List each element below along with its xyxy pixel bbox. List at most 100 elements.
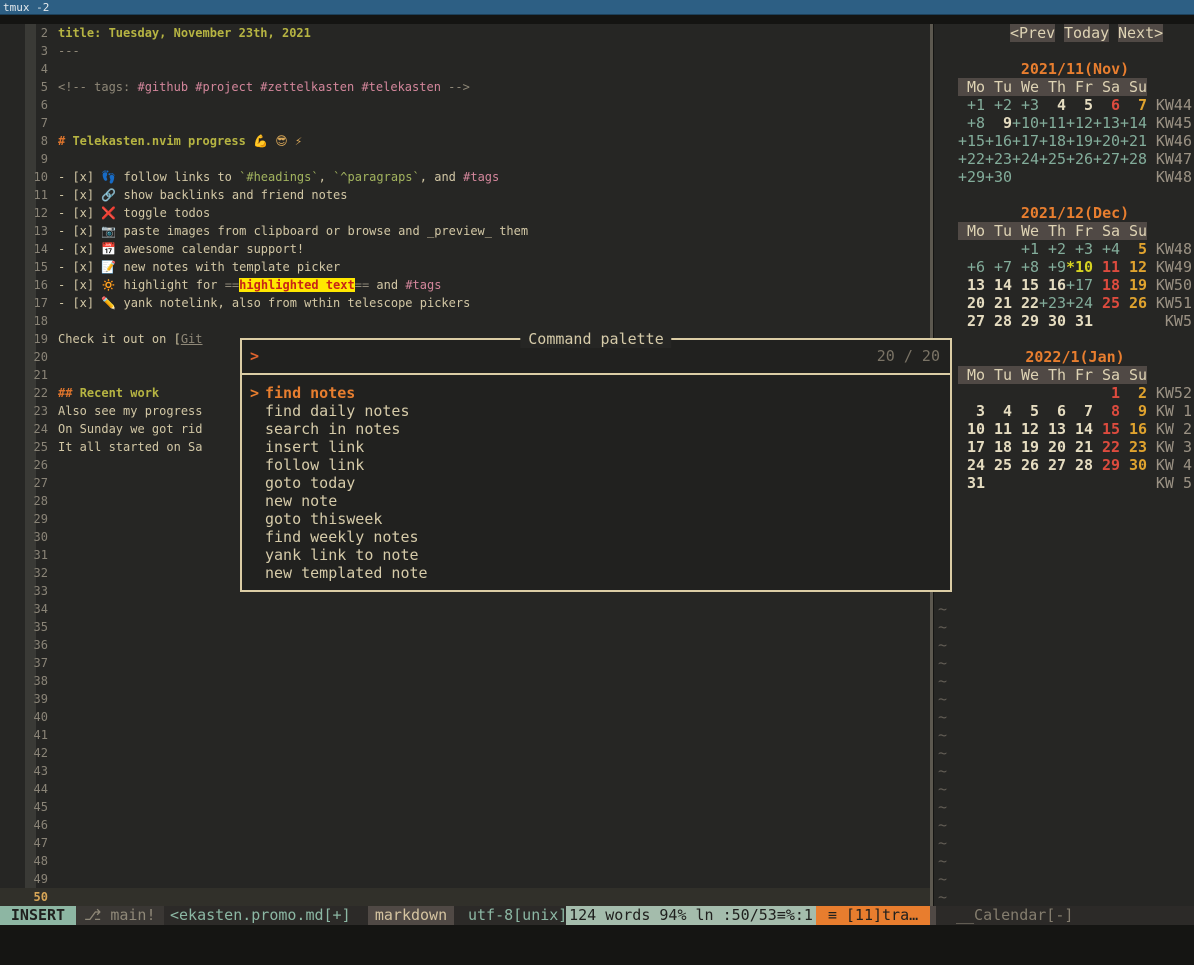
calendar-day[interactable]: +7 [985,258,1012,276]
calendar-day[interactable]: 30 [1039,312,1066,330]
calendar-day[interactable]: 2 [1120,384,1147,402]
calendar-day[interactable]: +13 [1093,114,1120,132]
calendar-day[interactable]: 25 [985,456,1012,474]
calendar-day[interactable]: +17 [1012,132,1039,150]
calendar-day[interactable]: 20 [1039,438,1066,456]
calendar-day[interactable]: +11 [1039,114,1066,132]
calendar-day[interactable]: +10 [1012,114,1039,132]
calendar-day[interactable]: 21 [1066,438,1093,456]
calendar-day[interactable]: +28 [1120,150,1147,168]
calendar-day[interactable]: 6 [1039,402,1066,420]
palette-item[interactable]: yank link to note [242,546,950,564]
calendar-day[interactable]: 5 [1066,96,1093,114]
calendar-day[interactable]: 27 [1039,456,1066,474]
calendar-day[interactable]: +2 [1039,240,1066,258]
calendar-day[interactable]: 4 [1039,96,1066,114]
calendar-day[interactable]: 14 [985,276,1012,294]
palette-prompt[interactable]: > 20 / 20 [242,340,950,373]
calendar-day[interactable]: 11 [1093,258,1120,276]
calendar-day[interactable]: +12 [1066,114,1093,132]
calendar-day[interactable]: 15 [1012,276,1039,294]
calendar-sidebar[interactable]: <Prev Today Next> 2021/11(Nov)MoTuWeThFr… [934,24,1194,906]
calendar-day[interactable]: 14 [1066,420,1093,438]
calendar-day[interactable]: +1 [1012,240,1039,258]
calendar-day[interactable]: +15 [958,132,985,150]
calendar-day[interactable]: 23 [1120,438,1147,456]
calendar-day[interactable]: 28 [1066,456,1093,474]
calendar-day[interactable]: +21 [1120,132,1147,150]
calendar-day[interactable]: +16 [985,132,1012,150]
calendar-day[interactable]: 12 [1120,258,1147,276]
calendar-day[interactable]: 7 [1120,96,1147,114]
calendar-day[interactable]: 21 [985,294,1012,312]
calendar-day[interactable]: 9 [985,114,1012,132]
palette-item[interactable]: >find notes [242,384,950,402]
calendar-day[interactable]: 8 [1093,402,1120,420]
calendar-day[interactable]: 15 [1093,420,1120,438]
calendar-day[interactable]: 31 [1066,312,1093,330]
calendar-day[interactable]: 7 [1066,402,1093,420]
palette-item[interactable]: new templated note [242,564,950,582]
calendar-day[interactable]: +9 [1039,258,1066,276]
calendar-day[interactable]: +19 [1066,132,1093,150]
calendar-day[interactable]: *10 [1066,258,1093,276]
calendar-day[interactable]: +23 [985,150,1012,168]
calendar-day[interactable]: 17 [958,438,985,456]
calendar-day[interactable]: 5 [1120,240,1147,258]
calendar-day[interactable]: 5 [1012,402,1039,420]
calendar-day[interactable]: 6 [1093,96,1120,114]
calendar-day[interactable]: +8 [1012,258,1039,276]
calendar-day[interactable]: 1 [1093,384,1120,402]
calendar-day[interactable]: +6 [958,258,985,276]
calendar-prev-button[interactable]: <Prev [1010,24,1055,42]
calendar-day[interactable]: +27 [1093,150,1120,168]
palette-item[interactable]: search in notes [242,420,950,438]
calendar-day[interactable]: +29 [958,168,985,186]
calendar-day[interactable]: +26 [1066,150,1093,168]
calendar-next-button[interactable]: Next> [1118,24,1163,42]
calendar-day[interactable]: +18 [1039,132,1066,150]
calendar-day[interactable]: 3 [958,402,985,420]
calendar-day[interactable]: +14 [1120,114,1147,132]
calendar-day[interactable]: 28 [985,312,1012,330]
calendar-day[interactable]: 11 [985,420,1012,438]
calendar-day[interactable]: 26 [1120,294,1147,312]
calendar-day[interactable]: 25 [1093,294,1120,312]
calendar-day[interactable]: 13 [1039,420,1066,438]
calendar-day[interactable]: 9 [1120,402,1147,420]
calendar-day[interactable]: +3 [1066,240,1093,258]
tabs-segment[interactable]: ≡ [11]tra… [816,906,930,925]
palette-item[interactable]: goto today [242,474,950,492]
calendar-day[interactable]: 22 [1012,294,1039,312]
calendar-day[interactable]: 22 [1093,438,1120,456]
calendar-day[interactable]: 31 [958,474,985,492]
palette-item[interactable]: find daily notes [242,402,950,420]
calendar-day[interactable]: 24 [958,456,985,474]
calendar-day[interactable]: 29 [1012,312,1039,330]
calendar-day[interactable]: 29 [1093,456,1120,474]
calendar-day[interactable]: +3 [1012,96,1039,114]
calendar-day[interactable]: +2 [985,96,1012,114]
calendar-day[interactable]: +4 [1093,240,1120,258]
calendar-day[interactable]: +24 [1066,294,1093,312]
calendar-day[interactable]: 16 [1120,420,1147,438]
calendar-day[interactable]: 18 [985,438,1012,456]
calendar-day[interactable]: +17 [1066,276,1093,294]
calendar-day[interactable]: 4 [985,402,1012,420]
calendar-day[interactable]: +25 [1039,150,1066,168]
calendar-day[interactable]: +8 [958,114,985,132]
calendar-day[interactable]: +22 [958,150,985,168]
calendar-day[interactable]: +20 [1093,132,1120,150]
calendar-day[interactable]: +24 [1012,150,1039,168]
calendar-day[interactable]: 19 [1012,438,1039,456]
calendar-day[interactable]: 16 [1039,276,1066,294]
calendar-day[interactable]: 18 [1093,276,1120,294]
calendar-day[interactable]: +23 [1039,294,1066,312]
calendar-day[interactable]: +30 [985,168,1012,186]
calendar-day[interactable]: 19 [1120,276,1147,294]
calendar-day[interactable]: 30 [1120,456,1147,474]
palette-item[interactable]: new note [242,492,950,510]
calendar-today-button[interactable]: Today [1064,24,1109,42]
calendar-day[interactable]: 27 [958,312,985,330]
palette-item[interactable]: find weekly notes [242,528,950,546]
